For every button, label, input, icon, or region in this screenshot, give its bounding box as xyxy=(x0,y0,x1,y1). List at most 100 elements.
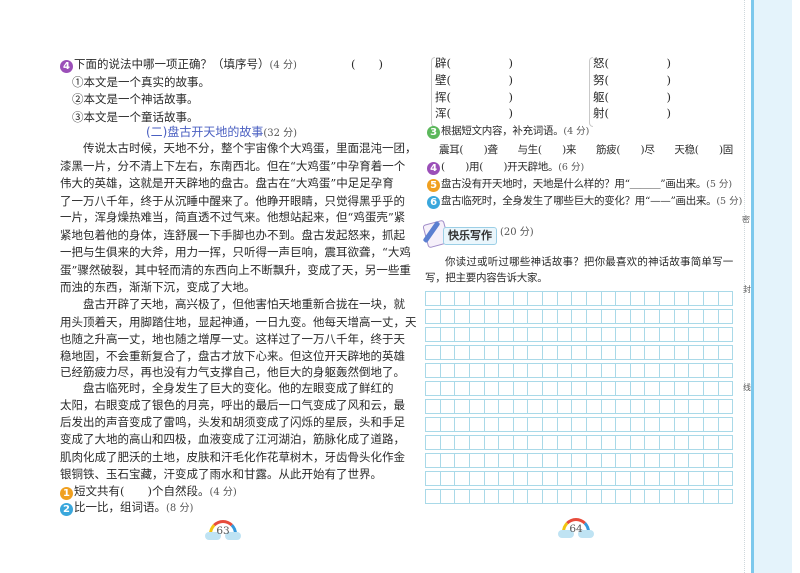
grid-cell[interactable] xyxy=(704,328,719,341)
grid-cell[interactable] xyxy=(441,472,456,485)
grid-cell[interactable] xyxy=(675,328,690,341)
grid-cell[interactable] xyxy=(528,490,543,503)
grid-cell[interactable] xyxy=(514,454,529,467)
grid-cell[interactable] xyxy=(485,436,500,449)
fill-blank[interactable]: 筋疲( )尽 xyxy=(596,142,655,158)
grid-cell[interactable] xyxy=(528,364,543,377)
grid-cell[interactable] xyxy=(441,400,456,413)
grid-cell[interactable] xyxy=(499,472,514,485)
grid-cell[interactable] xyxy=(587,400,602,413)
grid-cell[interactable] xyxy=(689,454,704,467)
grid-cell[interactable] xyxy=(572,292,587,305)
grid-cell[interactable] xyxy=(675,418,690,431)
grid-cell[interactable] xyxy=(689,472,704,485)
grid-cell[interactable] xyxy=(558,454,573,467)
grid-cell[interactable] xyxy=(616,454,631,467)
grid-cell[interactable] xyxy=(631,490,646,503)
fill-blank[interactable]: 震耳( )聋 xyxy=(439,142,498,158)
grid-cell[interactable] xyxy=(572,400,587,413)
grid-cell[interactable] xyxy=(616,310,631,323)
grid-cell[interactable] xyxy=(426,346,441,359)
grid-cell[interactable] xyxy=(441,490,456,503)
grid-cell[interactable] xyxy=(426,436,441,449)
grid-cell[interactable] xyxy=(675,454,690,467)
grid-cell[interactable] xyxy=(602,328,617,341)
grid-cell[interactable] xyxy=(719,328,734,341)
grid-cell[interactable] xyxy=(689,292,704,305)
grid-cell[interactable] xyxy=(558,400,573,413)
grid-cell[interactable] xyxy=(645,292,660,305)
grid-cell[interactable] xyxy=(675,436,690,449)
grid-cell[interactable] xyxy=(572,346,587,359)
grid-cell[interactable] xyxy=(470,328,485,341)
grid-cell[interactable] xyxy=(543,382,558,395)
grid-cell[interactable] xyxy=(441,418,456,431)
grid-cell[interactable] xyxy=(499,400,514,413)
grid-cell[interactable] xyxy=(455,364,470,377)
grid-cell[interactable] xyxy=(455,346,470,359)
grid-cell[interactable] xyxy=(631,472,646,485)
grid-cell[interactable] xyxy=(645,382,660,395)
grid-cell[interactable] xyxy=(558,364,573,377)
grid-cell[interactable] xyxy=(587,328,602,341)
grid-cell[interactable] xyxy=(470,346,485,359)
grid-cell[interactable] xyxy=(645,400,660,413)
grid-cell[interactable] xyxy=(645,418,660,431)
grid-cell[interactable] xyxy=(572,328,587,341)
grid-cell[interactable] xyxy=(675,292,690,305)
grid-cell[interactable] xyxy=(543,292,558,305)
grid-cell[interactable] xyxy=(514,310,529,323)
grid-cell[interactable] xyxy=(470,382,485,395)
grid-cell[interactable] xyxy=(719,454,734,467)
grid-cell[interactable] xyxy=(499,310,514,323)
grid-cell[interactable] xyxy=(719,418,734,431)
grid-cell[interactable] xyxy=(602,364,617,377)
grid-cell[interactable] xyxy=(558,346,573,359)
grid-cell[interactable] xyxy=(572,472,587,485)
grid-cell[interactable] xyxy=(558,418,573,431)
grid-cell[interactable] xyxy=(558,472,573,485)
grid-cell[interactable] xyxy=(587,292,602,305)
grid-cell[interactable] xyxy=(616,364,631,377)
grid-cell[interactable] xyxy=(704,292,719,305)
grid-cell[interactable] xyxy=(660,454,675,467)
grid-cell[interactable] xyxy=(704,400,719,413)
grid-cell[interactable] xyxy=(572,418,587,431)
grid-cell[interactable] xyxy=(514,364,529,377)
grid-cell[interactable] xyxy=(616,400,631,413)
grid-cell[interactable] xyxy=(660,400,675,413)
grid-cell[interactable] xyxy=(631,418,646,431)
grid-cell[interactable] xyxy=(558,328,573,341)
grid-cell[interactable] xyxy=(704,490,719,503)
grid-cell[interactable] xyxy=(689,436,704,449)
grid-cell[interactable] xyxy=(616,490,631,503)
grid-cell[interactable] xyxy=(499,418,514,431)
compare-word[interactable]: 挥( ) xyxy=(435,89,513,105)
grid-cell[interactable] xyxy=(543,418,558,431)
grid-cell[interactable] xyxy=(441,292,456,305)
grid-cell[interactable] xyxy=(528,328,543,341)
grid-cell[interactable] xyxy=(719,364,734,377)
grid-cell[interactable] xyxy=(470,400,485,413)
grid-cell[interactable] xyxy=(543,490,558,503)
grid-cell[interactable] xyxy=(499,490,514,503)
grid-cell[interactable] xyxy=(660,418,675,431)
fill-blank[interactable]: 与生( )来 xyxy=(517,142,576,158)
grid-cell[interactable] xyxy=(704,418,719,431)
grid-cell[interactable] xyxy=(528,400,543,413)
grid-cell[interactable] xyxy=(631,328,646,341)
grid-cell[interactable] xyxy=(470,418,485,431)
grid-cell[interactable] xyxy=(645,490,660,503)
grid-cell[interactable] xyxy=(704,382,719,395)
grid-cell[interactable] xyxy=(616,346,631,359)
grid-cell[interactable] xyxy=(689,400,704,413)
grid-cell[interactable] xyxy=(704,346,719,359)
grid-cell[interactable] xyxy=(528,292,543,305)
grid-cell[interactable] xyxy=(645,310,660,323)
grid-cell[interactable] xyxy=(426,490,441,503)
grid-cell[interactable] xyxy=(689,382,704,395)
fill-blank[interactable]: 天稳( )固 xyxy=(674,142,733,158)
grid-cell[interactable] xyxy=(660,292,675,305)
grid-cell[interactable] xyxy=(616,436,631,449)
grid-cell[interactable] xyxy=(455,418,470,431)
